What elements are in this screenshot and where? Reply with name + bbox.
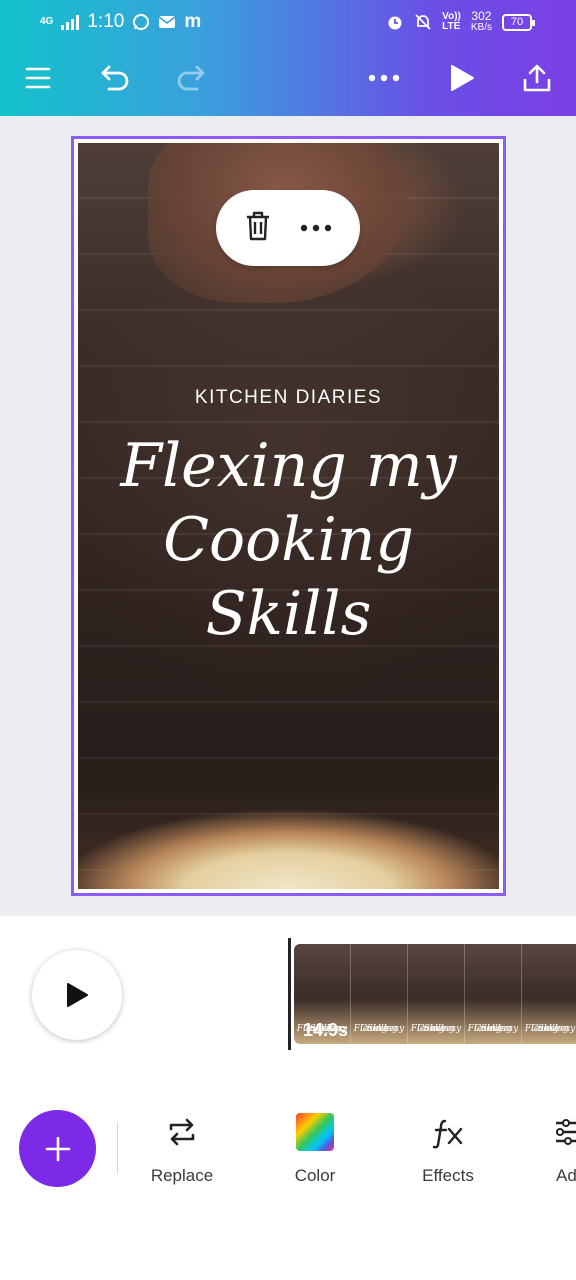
toolbar-divider	[117, 1122, 118, 1174]
volte-indicator: Vo)) LTE	[442, 11, 461, 32]
design-kicker-text[interactable]: KITCHEN DIARIES	[78, 387, 499, 409]
mail-icon	[158, 16, 176, 28]
preview-play-button[interactable]	[442, 58, 482, 98]
more-icon	[300, 224, 332, 232]
plus-icon	[45, 1136, 70, 1161]
status-bar: 4G 1:10 m Vo)) LTE 302 KB/s 70	[0, 0, 576, 44]
more-icon	[368, 74, 400, 82]
network-type: 4G	[40, 16, 54, 27]
whatsapp-icon	[133, 14, 150, 30]
clip-thumbnail: Flexing my Cooking Skills	[522, 944, 576, 1044]
context-more-button[interactable]	[300, 219, 332, 237]
adjust-icon	[556, 1119, 576, 1145]
add-element-button[interactable]	[19, 1110, 96, 1187]
adjust-tool[interactable]: Ad	[532, 1106, 576, 1186]
share-button[interactable]	[517, 58, 557, 98]
clip-duration: 14.9s	[303, 1020, 349, 1040]
menu-button[interactable]	[18, 58, 58, 98]
trash-icon	[247, 211, 269, 240]
pasta-image	[78, 779, 499, 889]
undo-icon	[101, 65, 129, 91]
play-icon	[67, 983, 88, 1007]
effects-icon	[432, 1119, 463, 1149]
play-icon	[451, 65, 474, 91]
battery-icon: 70	[502, 13, 535, 31]
share-icon	[523, 64, 551, 92]
editor-header: 4G 1:10 m Vo)) LTE 302 KB/s 70	[0, 0, 576, 116]
app-badge: m	[184, 11, 202, 32]
alarm-icon	[388, 16, 402, 30]
signal-icon	[61, 14, 80, 30]
clock: 1:10	[87, 11, 125, 32]
mute-icon	[415, 14, 431, 30]
video-clip[interactable]: Flexing my Cooking Skills Flexing my Cookin…	[288, 938, 576, 1050]
clip-thumbnail: Flexing my Cooking Skills	[351, 944, 408, 1044]
color-icon	[296, 1113, 334, 1151]
replace-tool[interactable]: Replace	[132, 1106, 232, 1186]
clip-thumbnail: Flexing my Cooking Skills	[465, 944, 522, 1044]
more-options-button[interactable]	[364, 58, 404, 98]
editor-toolbar	[0, 50, 576, 106]
clip-thumbnail: Flexing my Cooking Skills	[408, 944, 465, 1044]
delete-button[interactable]	[244, 210, 272, 247]
timeline-play-button[interactable]	[32, 950, 122, 1040]
replace-icon	[169, 1118, 195, 1146]
effects-tool[interactable]: Effects	[398, 1106, 498, 1186]
undo-button[interactable]	[96, 58, 136, 98]
element-context-menu	[216, 190, 360, 266]
network-speed: 302 KB/s	[470, 9, 492, 33]
menu-icon	[25, 67, 51, 89]
redo-button[interactable]	[170, 58, 210, 98]
redo-icon	[177, 65, 205, 91]
color-tool[interactable]: Color	[265, 1106, 365, 1186]
design-title-text[interactable]: Flexing my Cooking Skills	[78, 429, 499, 651]
